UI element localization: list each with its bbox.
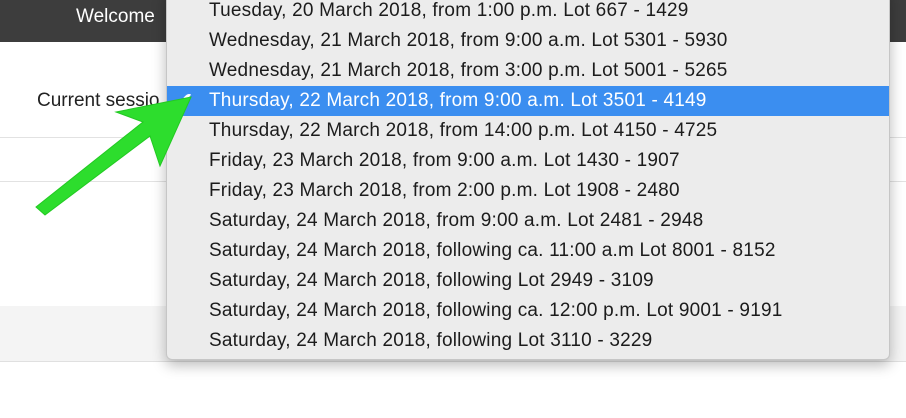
session-option-label: Wednesday, 21 March 2018, from 9:00 a.m.… — [209, 30, 728, 51]
session-option[interactable]: Tuesday, 20 March 2018, from 1:00 p.m. L… — [167, 0, 889, 26]
session-option[interactable]: ✔ Thursday, 22 March 2018, from 9:00 a.m.… — [167, 86, 889, 116]
session-option-label: Saturday, 24 March 2018, following ca. 1… — [209, 300, 783, 321]
session-option[interactable]: Saturday, 24 March 2018, following Lot 2… — [167, 266, 889, 296]
session-option-label: Saturday, 24 March 2018, following ca. 1… — [209, 240, 776, 261]
session-option[interactable]: Friday, 23 March 2018, from 9:00 a.m. Lo… — [167, 146, 889, 176]
session-option[interactable]: Friday, 23 March 2018, from 2:00 p.m. Lo… — [167, 176, 889, 206]
session-option-label: Friday, 23 March 2018, from 2:00 p.m. Lo… — [209, 180, 680, 201]
session-option[interactable]: Saturday, 24 March 2018, following Lot 3… — [167, 326, 889, 356]
session-option-label: Thursday, 22 March 2018, from 9:00 a.m. … — [209, 90, 707, 111]
current-session-label: Current sessio — [37, 90, 160, 111]
session-option[interactable]: Wednesday, 21 March 2018, from 3:00 p.m.… — [167, 56, 889, 86]
session-option-label: Saturday, 24 March 2018, following Lot 2… — [209, 270, 654, 291]
page: Welcome Current sessio Tuesday, 20 March… — [0, 0, 906, 418]
checkmark-icon: ✔ — [176, 90, 193, 112]
session-option-label: Thursday, 22 March 2018, from 14:00 p.m.… — [209, 120, 718, 141]
session-select-dropdown[interactable]: Tuesday, 20 March 2018, from 1:00 p.m. L… — [166, 0, 890, 360]
session-option[interactable]: Wednesday, 21 March 2018, from 9:00 a.m.… — [167, 26, 889, 56]
session-option[interactable]: Saturday, 24 March 2018, following ca. 1… — [167, 296, 889, 326]
session-option-label: Wednesday, 21 March 2018, from 3:00 p.m.… — [209, 60, 728, 81]
session-option-label: Saturday, 24 March 2018, from 9:00 a.m. … — [209, 210, 704, 231]
session-option-label: Friday, 23 March 2018, from 9:00 a.m. Lo… — [209, 150, 680, 171]
session-option-list: Tuesday, 20 March 2018, from 1:00 p.m. L… — [167, 0, 889, 356]
session-option[interactable]: Saturday, 24 March 2018, from 9:00 a.m. … — [167, 206, 889, 236]
session-option[interactable]: Thursday, 22 March 2018, from 14:00 p.m.… — [167, 116, 889, 146]
session-option[interactable]: Saturday, 24 March 2018, following ca. 1… — [167, 236, 889, 266]
session-option-label: Tuesday, 20 March 2018, from 1:00 p.m. L… — [209, 0, 689, 21]
session-option-label: Saturday, 24 March 2018, following Lot 3… — [209, 330, 653, 351]
welcome-text: Welcome — [76, 6, 155, 27]
